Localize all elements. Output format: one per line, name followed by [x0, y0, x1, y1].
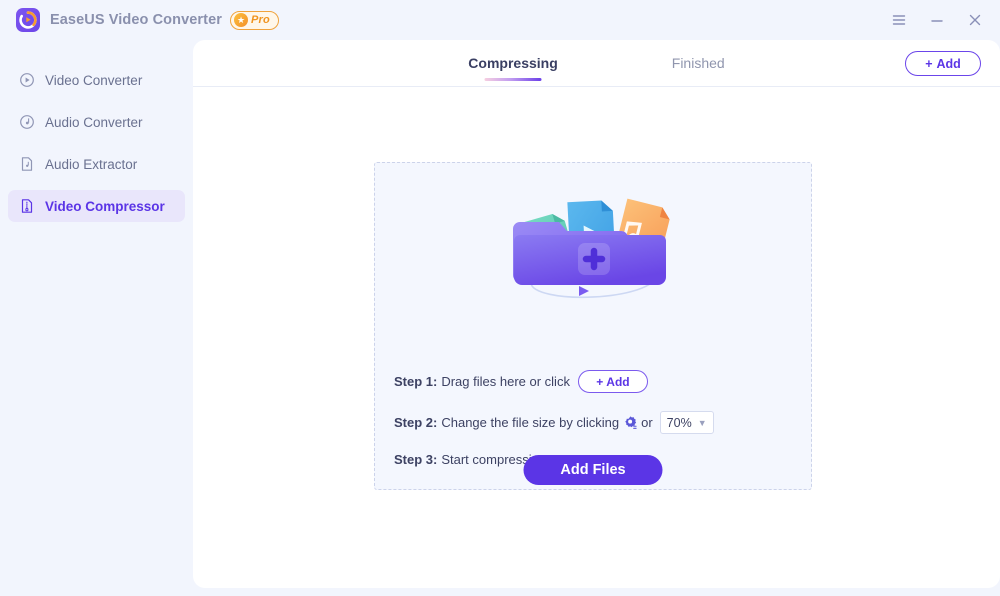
application-window: EaseUS Video Converter ★ Pro Video Conve… [0, 0, 1000, 596]
step-row-1: Step 1: Drag files here or click + Add [394, 370, 794, 393]
star-icon: ★ [233, 13, 248, 27]
audio-extractor-icon [18, 156, 35, 173]
pro-badge: ★ Pro [229, 10, 279, 30]
file-drop-zone[interactable]: Step 1: Drag files here or click + Add S… [374, 162, 812, 490]
sidebar-item-label: Video Converter [45, 72, 143, 88]
add-button-inline[interactable]: + Add [577, 370, 648, 393]
pro-badge-label: Pro [250, 14, 270, 26]
menu-icon[interactable] [888, 9, 910, 31]
folder-with-files-illustration [493, 177, 693, 307]
compression-ratio-select[interactable]: 70% ▼ [659, 411, 714, 434]
tab-label: Compressing [468, 55, 558, 71]
tab-compressing[interactable]: Compressing [454, 55, 571, 81]
sidebar-item-label: Audio Converter [45, 114, 143, 130]
brand-area: EaseUS Video Converter ★ Pro [0, 8, 279, 32]
ratio-value: 70% [666, 415, 692, 430]
settings-gear-icon[interactable] [623, 415, 638, 430]
sidebar-item-video-converter[interactable]: Video Converter [8, 64, 185, 96]
step-text: Change the file size by clicking [441, 415, 620, 430]
step-text: Drag files here or click [441, 374, 570, 389]
chevron-down-icon: ▼ [697, 417, 707, 428]
minimize-icon[interactable] [926, 9, 948, 31]
sidebar-item-video-compressor[interactable]: Video Compressor [8, 190, 185, 222]
plus-icon: + [925, 56, 933, 71]
sidebar-item-audio-converter[interactable]: Audio Converter [8, 106, 185, 138]
add-button-label: Add [606, 374, 630, 389]
close-icon[interactable] [964, 9, 986, 31]
window-controls [888, 0, 986, 40]
sidebar: Video Converter Audio Converter Audio Ex… [0, 40, 193, 596]
add-button-label: Add [936, 56, 961, 71]
sidebar-item-audio-extractor[interactable]: Audio Extractor [8, 148, 185, 180]
video-converter-icon [18, 72, 35, 89]
add-files-button[interactable]: Add Files [523, 455, 663, 485]
app-title: EaseUS Video Converter [50, 12, 222, 28]
sidebar-item-label: Audio Extractor [45, 156, 138, 172]
audio-converter-icon [18, 114, 35, 131]
video-compressor-icon [18, 198, 35, 215]
tab-label: Finished [671, 55, 725, 71]
tab-bar: Compressing Finished + Add [193, 40, 1000, 87]
add-button-toolbar[interactable]: + Add [905, 51, 981, 76]
title-bar: EaseUS Video Converter ★ Pro [0, 0, 1000, 40]
step-label: Step 2: [394, 415, 438, 430]
main-panel: Compressing Finished + Add Step 1: Drag … [193, 40, 1000, 588]
step-label: Step 1: [394, 374, 438, 389]
plus-icon: + [596, 374, 604, 389]
step-row-2: Step 2: Change the file size by clicking [394, 411, 794, 434]
sidebar-item-label: Video Compressor [45, 198, 165, 214]
step-text-or: or [641, 415, 653, 430]
step-label: Step 3: [394, 452, 438, 467]
tab-finished[interactable]: Finished [658, 55, 739, 71]
active-tab-indicator [484, 77, 542, 81]
easeus-logo-icon [16, 8, 40, 32]
